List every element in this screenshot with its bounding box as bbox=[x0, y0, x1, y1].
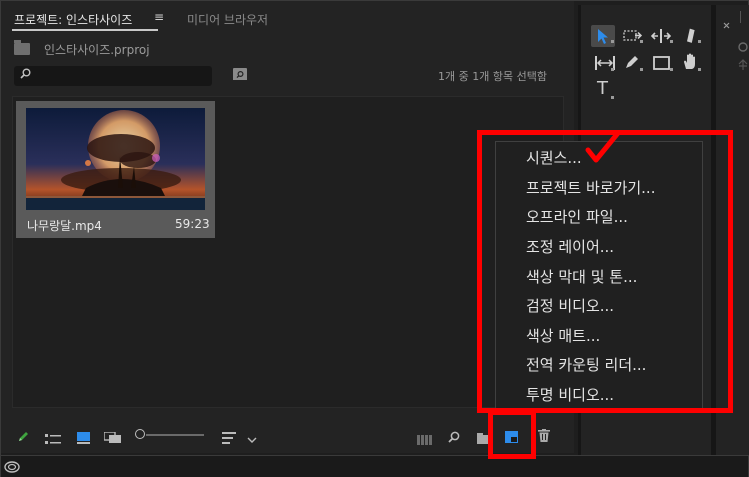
highlight-box-menu bbox=[477, 130, 733, 413]
ripple-edit-tool-icon[interactable] bbox=[650, 28, 672, 47]
highlight-box-new-item bbox=[488, 410, 536, 459]
tool-group-indicator bbox=[611, 96, 614, 99]
search-icon bbox=[20, 68, 31, 82]
razor-tool-icon[interactable] bbox=[682, 27, 698, 47]
clip-thumbnail[interactable] bbox=[26, 108, 205, 210]
trash-icon[interactable] bbox=[538, 427, 550, 446]
folder-icon bbox=[14, 40, 30, 55]
status-bar bbox=[1, 455, 748, 477]
creative-cloud-icon[interactable] bbox=[4, 458, 20, 477]
hand-tool-icon[interactable] bbox=[682, 53, 699, 74]
search-input[interactable] bbox=[14, 66, 212, 86]
checkmark-icon bbox=[585, 130, 621, 168]
clip-duration: 59:23 bbox=[175, 217, 210, 231]
tool-group-indicator bbox=[611, 40, 614, 43]
track-select-tool-icon[interactable] bbox=[623, 28, 643, 47]
selection-count: 1개 중 1개 항목 선택함 bbox=[438, 70, 547, 83]
type-tool-icon[interactable]: T bbox=[597, 78, 608, 99]
tab-project[interactable]: 프로젝트: 인스타사이즈 bbox=[14, 11, 132, 28]
slip-tool-icon[interactable] bbox=[595, 55, 615, 74]
tool-group-indicator bbox=[670, 40, 673, 43]
tool-group-indicator bbox=[640, 68, 643, 71]
icon-view-icon[interactable] bbox=[77, 429, 90, 448]
list-view-icon[interactable] bbox=[45, 430, 61, 449]
clip-name: 나무랑달.mp4 bbox=[27, 219, 102, 233]
find-icon[interactable] bbox=[448, 428, 460, 447]
automate-to-sequence-icon[interactable] bbox=[417, 430, 433, 449]
rectangle-tool-icon[interactable] bbox=[653, 55, 670, 74]
pencil-icon[interactable] bbox=[17, 428, 30, 447]
close-icon[interactable] bbox=[723, 14, 730, 33]
pen-tool-icon[interactable] bbox=[624, 54, 640, 74]
tool-group-indicator bbox=[611, 68, 614, 71]
project-file-name: 인스타사이즈.prproj bbox=[44, 43, 150, 57]
tab-divider bbox=[740, 11, 741, 23]
tool-group-indicator bbox=[698, 68, 701, 71]
tool-group-indicator bbox=[698, 40, 701, 43]
freeform-view-icon[interactable] bbox=[103, 429, 122, 448]
find-in-bin-icon[interactable] bbox=[233, 68, 247, 80]
audio-meter-icon bbox=[737, 42, 749, 76]
zoom-slider-handle[interactable] bbox=[135, 429, 145, 439]
zoom-slider-track[interactable] bbox=[146, 434, 204, 436]
tool-group-indicator bbox=[670, 68, 673, 71]
tab-media-browser[interactable]: 미디어 브라우저 bbox=[187, 11, 268, 28]
tool-group-indicator bbox=[640, 40, 643, 43]
panel-menu-icon[interactable]: ≡ bbox=[154, 10, 164, 24]
sort-icon[interactable] bbox=[222, 429, 236, 448]
chevron-down-icon[interactable] bbox=[247, 429, 257, 448]
selection-tool-icon[interactable] bbox=[597, 28, 610, 49]
active-tab-underline bbox=[12, 29, 158, 31]
